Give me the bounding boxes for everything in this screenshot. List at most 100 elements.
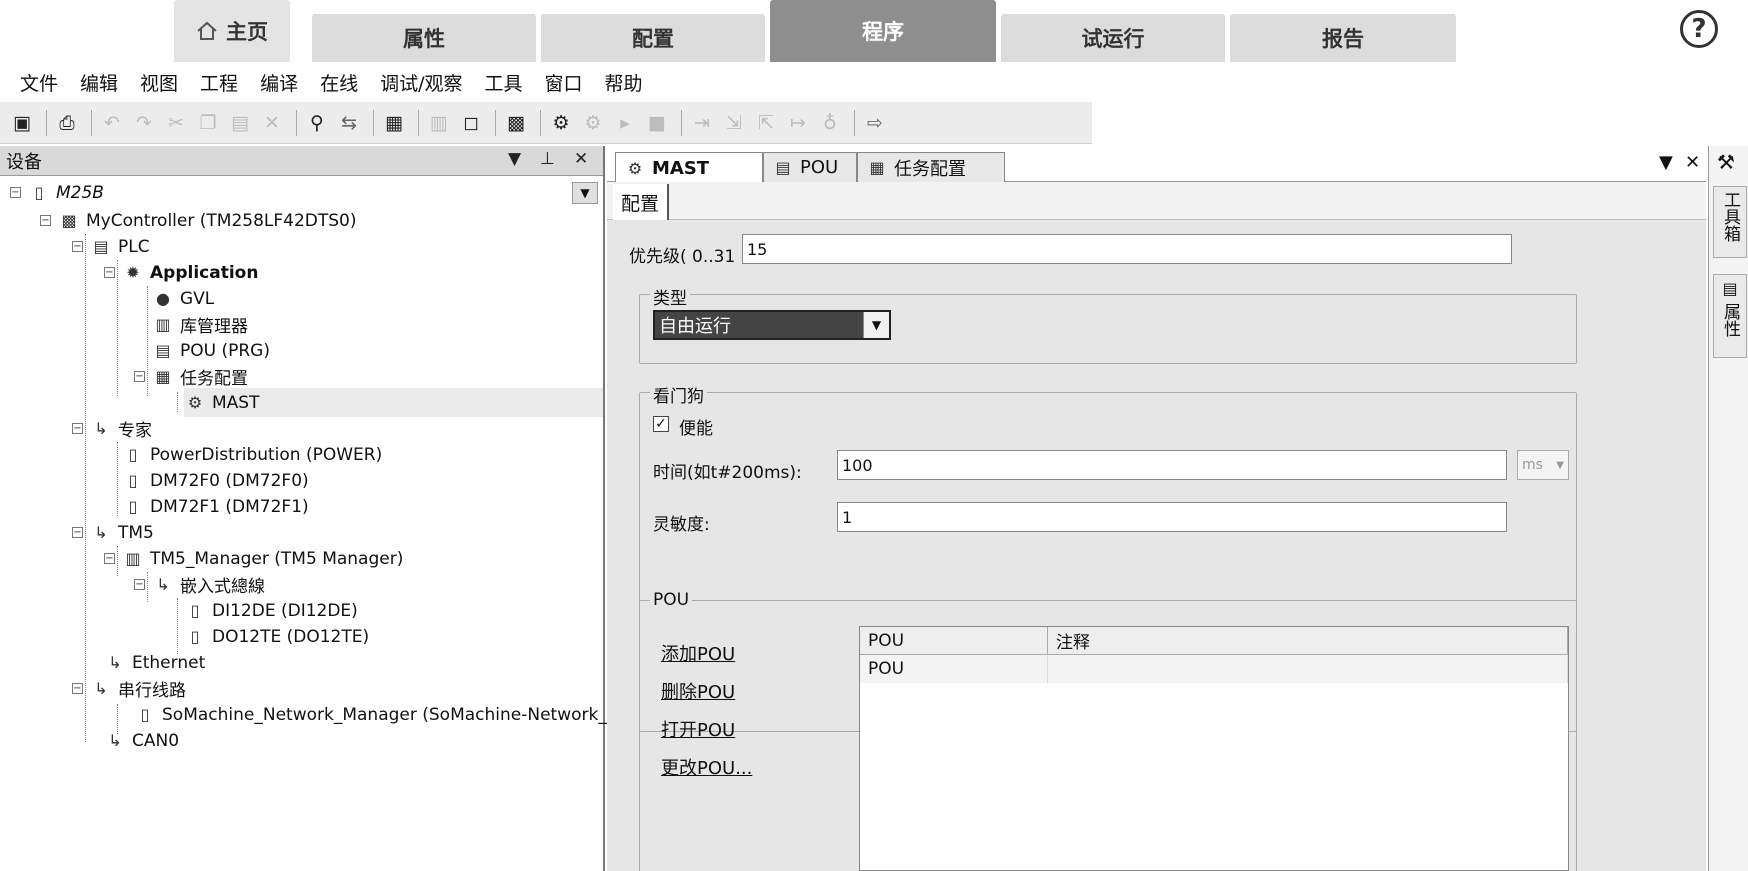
- collapse-icon[interactable]: −: [10, 187, 21, 198]
- tree-item-can0[interactable]: ↳ CAN0: [104, 726, 179, 755]
- paste-icon[interactable]: ▤: [226, 109, 254, 137]
- tab-commissioning[interactable]: 试运行: [1001, 14, 1225, 62]
- menu-view[interactable]: 视图: [140, 69, 178, 96]
- tree-item-gvl[interactable]: ● GVL: [152, 284, 214, 313]
- subtab-configuration[interactable]: 配置: [613, 184, 670, 220]
- pin-icon[interactable]: ⊥: [540, 149, 555, 169]
- build-icon[interactable]: ▩: [502, 109, 530, 137]
- collapse-icon[interactable]: −: [134, 579, 145, 590]
- menu-debug[interactable]: 调试/观察: [380, 69, 462, 96]
- collapse-icon[interactable]: −: [72, 241, 83, 252]
- tree-item-root[interactable]: − ▯ M25B: [10, 178, 104, 207]
- add-pou-link[interactable]: 添加POU: [661, 640, 735, 666]
- doc-tab-task-config[interactable]: ▦ 任务配置: [857, 152, 1005, 182]
- tree-item-network-manager[interactable]: ▯ SoMachine_Network_Manager (SoMachine-N…: [134, 700, 607, 729]
- tree-item-power-distribution[interactable]: ▯ PowerDistribution (POWER): [122, 440, 383, 469]
- tab-program[interactable]: 程序: [770, 0, 996, 62]
- cut-icon[interactable]: ✂: [162, 109, 190, 137]
- doc-tab-pou[interactable]: ▤ POU: [763, 152, 857, 182]
- tree-item-library-manager[interactable]: ▥ 库管理器: [152, 310, 248, 339]
- tree-item-plc[interactable]: − ▤ PLC: [72, 232, 150, 261]
- print-icon[interactable]: ⎙: [53, 109, 81, 137]
- tab-configuration[interactable]: 配置: [541, 14, 765, 62]
- menu-tools[interactable]: 工具: [485, 69, 523, 96]
- delete-icon[interactable]: ✕: [258, 109, 286, 137]
- stop-icon[interactable]: ■: [643, 109, 671, 137]
- undo-icon[interactable]: ↶: [98, 109, 126, 137]
- tab-home[interactable]: 主页: [174, 0, 290, 62]
- time-unit-select[interactable]: ms ▼: [1517, 450, 1569, 480]
- collapse-icon[interactable]: −: [40, 215, 51, 226]
- table-cell-pou[interactable]: POU: [860, 655, 1048, 683]
- open-pou-link[interactable]: 打开POU: [661, 716, 735, 742]
- run-icon[interactable]: ▸: [611, 109, 639, 137]
- replace-icon[interactable]: ⇆: [335, 109, 363, 137]
- close-tab-icon[interactable]: ✕: [1685, 152, 1700, 173]
- sensitivity-input[interactable]: 1: [837, 502, 1507, 532]
- copy-icon[interactable]: ❐: [194, 109, 222, 137]
- collapse-icon[interactable]: −: [72, 683, 83, 694]
- redo-icon[interactable]: ↷: [130, 109, 158, 137]
- next-statement-icon[interactable]: ⇨: [861, 109, 889, 137]
- tab-list-icon[interactable]: ▼: [1659, 152, 1673, 173]
- collapse-icon[interactable]: −: [104, 267, 115, 278]
- tree-item-serial-line[interactable]: − ↳ 串行线路: [72, 674, 186, 703]
- close-icon[interactable]: ✕: [574, 149, 588, 169]
- collapse-icon[interactable]: −: [72, 527, 83, 538]
- tree-item-expert[interactable]: − ↳ 专家: [72, 414, 152, 443]
- help-icon[interactable]: ?: [1680, 10, 1718, 48]
- step-into-icon[interactable]: ⇲: [720, 109, 748, 137]
- panel-menu-icon[interactable]: ▼: [508, 149, 521, 169]
- logout-icon[interactable]: ⚙: [579, 109, 607, 137]
- collapse-icon[interactable]: −: [104, 553, 115, 564]
- properties-tab[interactable]: ▤ 属性: [1713, 274, 1747, 358]
- tree-item-application[interactable]: − ✹ Application: [104, 258, 258, 287]
- tab-properties[interactable]: 属性: [312, 14, 536, 62]
- table-cell-comment[interactable]: [1048, 655, 1568, 683]
- select-all-icon[interactable]: ▦: [380, 109, 408, 137]
- tree-item-embedded-bus[interactable]: − ↳ 嵌入式總線: [134, 570, 265, 599]
- login-icon[interactable]: ⚙: [547, 109, 575, 137]
- menu-file[interactable]: 文件: [20, 69, 58, 96]
- tree-item-controller[interactable]: − ▩ MyController (TM258LF42DTS0): [40, 206, 356, 235]
- menu-window[interactable]: 窗口: [545, 69, 583, 96]
- menu-help[interactable]: 帮助: [605, 69, 643, 96]
- tree-item-pou[interactable]: ▤ POU (PRG): [152, 336, 270, 365]
- chevron-down-icon[interactable]: ▼: [863, 312, 889, 338]
- time-input[interactable]: 100: [837, 450, 1507, 480]
- change-pou-link[interactable]: 更改POU...: [661, 754, 752, 780]
- new-file-icon[interactable]: ◻: [457, 109, 485, 137]
- menu-online[interactable]: 在线: [320, 69, 358, 96]
- collapse-icon[interactable]: −: [134, 371, 145, 382]
- priority-input[interactable]: 15: [742, 234, 1512, 264]
- tree-item-dm72f0[interactable]: ▯ DM72F0 (DM72F0): [122, 466, 309, 495]
- toolbox-pin-icon[interactable]: ⚒: [1717, 150, 1735, 174]
- tree-dropdown-icon[interactable]: ▼: [572, 182, 598, 204]
- tree-item-dm72f1[interactable]: ▯ DM72F1 (DM72F1): [122, 492, 309, 521]
- menu-project[interactable]: 工程: [200, 69, 238, 96]
- breakpoint-icon[interactable]: ♁: [816, 109, 844, 137]
- enable-checkbox[interactable]: ✓: [653, 416, 669, 432]
- run-to-cursor-icon[interactable]: ↦: [784, 109, 812, 137]
- tree-item-mast[interactable]: ⚙ MAST: [184, 388, 603, 417]
- tree-item-ethernet[interactable]: ↳ Ethernet: [104, 648, 205, 677]
- step-over-icon[interactable]: ⇥: [688, 109, 716, 137]
- menu-edit[interactable]: 编辑: [80, 69, 118, 96]
- doc-tab-mast[interactable]: ⚙ MAST: [615, 152, 763, 183]
- insert-object-icon[interactable]: ▥: [425, 109, 453, 137]
- tree-item-task-config[interactable]: − ▦ 任务配置: [134, 362, 248, 391]
- menu-build[interactable]: 编译: [260, 69, 298, 96]
- collapse-icon[interactable]: −: [72, 423, 83, 434]
- tab-report[interactable]: 报告: [1230, 14, 1456, 62]
- save-icon[interactable]: ▣: [8, 109, 36, 137]
- column-header-pou[interactable]: POU: [860, 627, 1048, 655]
- type-select[interactable]: 自由运行 ▼: [653, 310, 891, 340]
- tree-item-tm5[interactable]: − ↳ TM5: [72, 518, 154, 547]
- column-header-comment[interactable]: 注释: [1048, 627, 1568, 655]
- tree-item-tm5-manager[interactable]: − ▥ TM5_Manager (TM5 Manager): [104, 544, 403, 573]
- tree-item-do12te[interactable]: ▯ DO12TE (DO12TE): [184, 622, 370, 651]
- remove-pou-link[interactable]: 删除POU: [661, 678, 735, 704]
- find-icon[interactable]: ⚲: [303, 109, 331, 137]
- step-out-icon[interactable]: ⇱: [752, 109, 780, 137]
- tree-item-di12de[interactable]: ▯ DI12DE (DI12DE): [184, 596, 358, 625]
